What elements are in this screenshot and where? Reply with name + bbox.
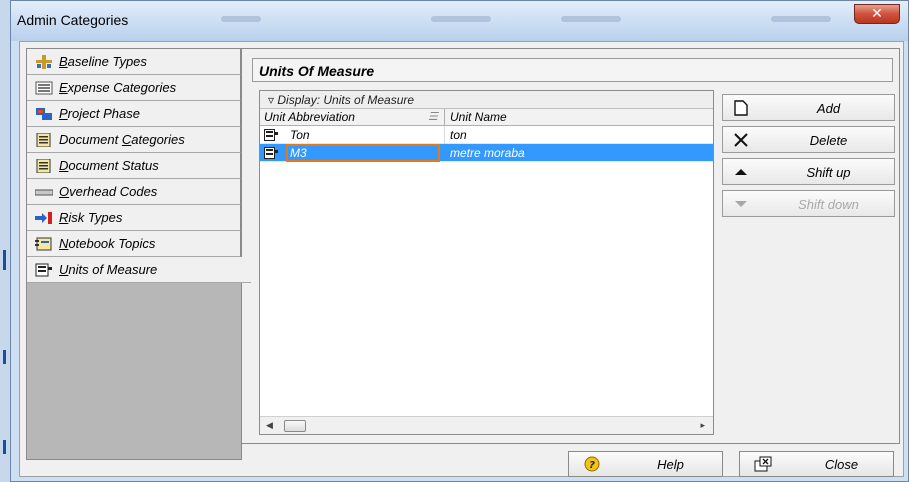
panel-title: Units Of Measure [252, 58, 893, 82]
title-blur [221, 16, 261, 22]
unit-row-icon [264, 129, 278, 141]
baseline-types-icon [35, 54, 53, 69]
window-title: Admin Categories [17, 12, 129, 28]
cell-unit-abbreviation[interactable]: M3 [290, 146, 307, 160]
dialog-client: Baseline Types Expense Categories Projec… [19, 41, 904, 477]
column-divider[interactable] [444, 109, 445, 126]
units-of-measure-panel: Units Of Measure ▿ Display: Units of Mea… [242, 48, 900, 444]
desktop-mark [3, 440, 6, 454]
document-categories-icon [35, 132, 53, 147]
svg-text:?: ? [589, 460, 595, 471]
delete-x-icon [732, 132, 750, 148]
arrow-up-icon [732, 164, 750, 180]
units-grid[interactable]: ▿ Display: Units of Measure Unit Abbrevi… [259, 90, 714, 435]
nav-item-notebook-topics[interactable]: Notebook Topics [27, 231, 241, 257]
overhead-codes-icon [34, 185, 54, 199]
title-blur [431, 16, 491, 22]
notebook-topics-icon [35, 237, 53, 251]
horizontal-scrollbar[interactable]: ◀ ▸ [260, 416, 713, 434]
risk-types-icon [35, 211, 53, 225]
arrow-down-icon [732, 196, 750, 212]
grid-header: Unit Abbreviation ☰ Unit Name [260, 109, 713, 126]
column-header-unit-abbreviation[interactable]: Unit Abbreviation [264, 110, 355, 124]
nav-item-document-status[interactable]: Document Status [27, 153, 241, 179]
help-icon: ? [583, 456, 601, 472]
new-document-icon [732, 100, 750, 116]
nav-item-risk-types[interactable]: Risk Types [27, 205, 241, 231]
nav-item-expense-categories[interactable]: Expense Categories [27, 75, 241, 101]
cell-edit-box[interactable] [286, 144, 440, 162]
category-nav: Baseline Types Expense Categories Projec… [26, 48, 251, 460]
table-row[interactable]: Ton ton [260, 126, 713, 144]
expense-categories-icon [35, 81, 53, 95]
desktop-mark [3, 250, 6, 270]
shift-up-button[interactable]: Shift up [722, 158, 895, 185]
nav-item-overhead-codes[interactable]: Overhead Codes [27, 179, 241, 205]
table-row[interactable]: M3 metre moraba [260, 144, 713, 162]
close-window-icon [754, 456, 772, 472]
title-blur [771, 16, 831, 22]
chevron-down-icon: ▿ [268, 93, 278, 107]
window-close-button[interactable]: ✕ [854, 4, 900, 24]
scroll-left-icon[interactable]: ◀ [266, 420, 273, 431]
display-filter[interactable]: ▿ Display: Units of Measure [260, 91, 713, 109]
desktop-edge [0, 0, 10, 482]
admin-categories-window: Admin Categories ✕ Baseline Types Expens… [10, 0, 909, 482]
scroll-right-icon[interactable]: ▸ [700, 420, 705, 431]
nav-item-project-phase[interactable]: Project Phase [27, 101, 241, 127]
close-icon: ✕ [871, 6, 883, 22]
cell-unit-name: metre moraba [450, 146, 525, 160]
close-button[interactable]: Close [739, 451, 894, 477]
scroll-thumb[interactable] [284, 420, 306, 432]
delete-button[interactable]: Delete [722, 126, 895, 153]
unit-row-icon [264, 147, 278, 159]
cell-unit-name: ton [450, 128, 467, 142]
nav-item-baseline-types[interactable]: Baseline Types [27, 49, 241, 75]
document-status-icon [35, 158, 53, 173]
cell-divider [444, 126, 445, 144]
add-button[interactable]: Add [722, 94, 895, 121]
desktop-mark [3, 350, 6, 364]
shift-down-button[interactable]: Shift down [722, 190, 895, 217]
help-button[interactable]: ? Help [568, 451, 723, 477]
title-bar[interactable]: Admin Categories ✕ [11, 1, 908, 41]
nav-item-document-categories[interactable]: Document Categories [27, 127, 241, 153]
column-menu-icon[interactable]: ☰ [428, 110, 438, 123]
units-of-measure-icon [35, 263, 53, 277]
project-phase-icon [35, 107, 53, 121]
column-header-unit-name[interactable]: Unit Name [450, 110, 507, 124]
title-blur [561, 16, 621, 22]
cell-unit-abbreviation: Ton [290, 128, 310, 142]
nav-item-units-of-measure[interactable]: Units of Measure [27, 257, 251, 283]
